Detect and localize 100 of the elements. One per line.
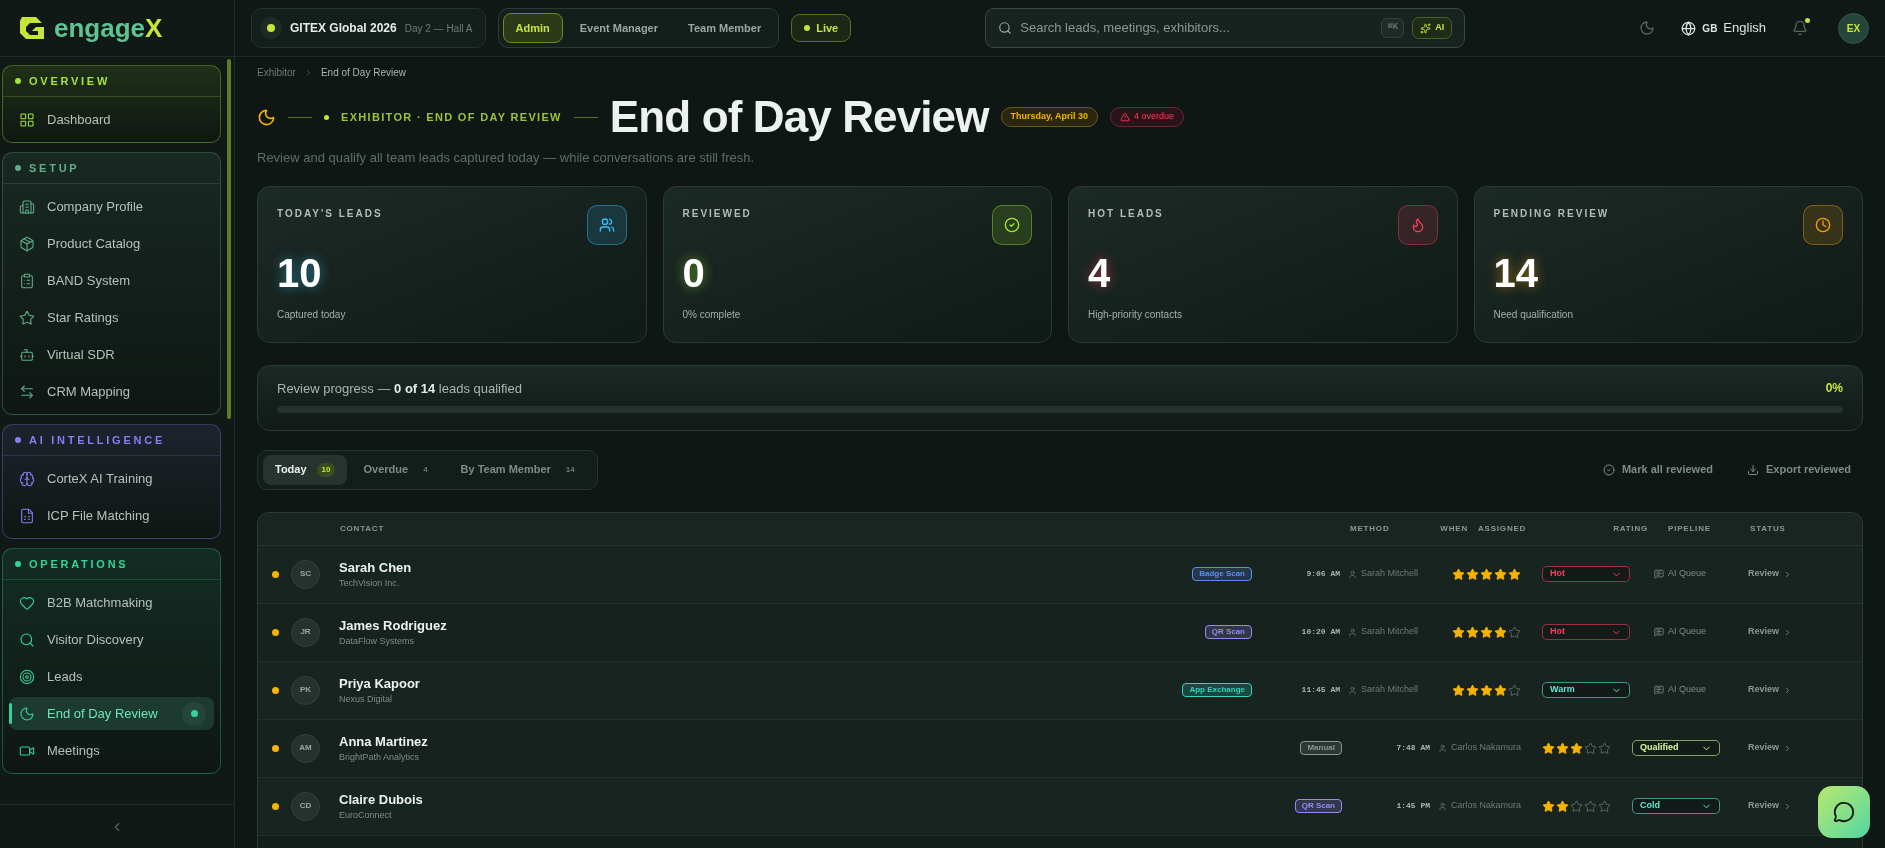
moon-icon [19,705,35,722]
progress-percent: 0% [1825,380,1843,398]
user-avatar[interactable]: EX [1838,12,1869,44]
star-icon [1452,625,1465,639]
stat-caption: Need qualification [1493,307,1574,322]
nav-item[interactable]: Company Profile [9,190,214,223]
table-row[interactable]: PK Priya Kapoor Nexus Digital App Exchange 11:45 AM Sarah Mitchell Warm AI Queue Review [258,661,1862,720]
review-link[interactable]: Review [1748,567,1793,581]
method-badge: Manual [1300,741,1342,755]
nav-item[interactable]: CRM Mapping [9,375,214,408]
method-badge: QR Scan [1204,625,1252,639]
action-button[interactable]: Mark all reviewed [1602,461,1713,478]
star-icon [1570,741,1583,755]
star-icon [1542,799,1555,813]
clock-icon [1815,216,1831,233]
star-icon [1494,625,1507,639]
star-icon [1494,567,1507,581]
theme-toggle-icon[interactable] [1639,20,1656,36]
star-icon [1466,625,1479,639]
table-row[interactable]: JR James Rodriguez DataFlow Systems QR Scan 10:20 AM Sarah Mitchell Hot AI Queue Review [258,603,1862,662]
method-badge: App Exchange [1182,683,1252,697]
column-header: METHOD [1350,522,1391,535]
ai-button[interactable]: AI [1412,17,1453,39]
role-tab[interactable]: Admin [502,13,563,43]
star-icon [1598,799,1611,813]
pipeline-cell: AI Queue [1630,683,1740,697]
table-row[interactable]: SC Sarah Chen TechVision Inc. Badge Scan 9:06 AM Sarah Mitchell Hot AI Queue Review [258,545,1862,604]
message-icon [1654,627,1664,637]
contact-avatar: AM [291,733,320,763]
nav-item[interactable]: Leads [9,660,214,693]
nav-item[interactable]: CorteX AI Training [9,462,214,495]
nav-item[interactable]: Product Catalog [9,227,214,260]
section-title: OVERVIEW [29,73,111,89]
star-icon [1494,683,1507,697]
time-cell-text: 1:45 PM [1395,800,1430,812]
nav-item[interactable]: ICP File Matching [9,499,214,532]
page-title: End of Day Review [609,91,989,143]
stat-caption: Captured today [277,307,347,322]
star-icon [1508,567,1521,581]
method-badge: Badge Scan [1192,567,1252,581]
message-icon [1654,685,1664,695]
language-button[interactable]: GB English [1681,18,1766,38]
nav-item[interactable]: B2B Matchmaking [9,586,214,619]
event-chip[interactable]: GITEX Global 2026 Day 2 — Hall A [251,8,486,48]
assignee-cell: Carlos Nakamura [1430,799,1542,813]
column-header: CONTACT [340,522,386,535]
section-title: AI INTELLIGENCE [29,432,165,448]
nav-item[interactable]: Meetings [9,734,214,767]
time-cell-text: 10:20 AM [1300,626,1340,638]
star-icon [1556,741,1569,755]
nav-item[interactable]: Star Ratings [9,301,214,334]
rating-dropdown[interactable]: Warm [1542,682,1630,698]
contact-name: Anna Martinez [339,732,429,751]
role-tab[interactable]: Team Member [675,13,775,43]
stat-value: 4 [1088,252,1112,293]
filter-tab[interactable]: Overdue 4 [351,454,445,485]
star-icon [1466,683,1479,697]
stat-caption: 0% complete [682,307,742,322]
chat-button[interactable] [1818,786,1870,838]
nav-item[interactable]: Dashboard [9,103,214,136]
contact-name: Priya Kapoor [339,674,421,693]
user-icon [1348,627,1357,637]
rating-dropdown[interactable]: Hot [1542,566,1630,582]
table-row[interactable]: CD Claire Dubois EuroConnect QR Scan 1:45 PM Carlos Nakamura Cold Review [258,777,1862,836]
column-header: PIPELINE [1667,522,1712,535]
filter-tab[interactable]: Today 10 [263,454,348,485]
review-link[interactable]: Review [1748,625,1793,639]
nav-item[interactable]: Visitor Discovery [9,623,214,656]
table-row[interactable]: AM Anna Martinez BrightPath Analytics Manual 7:48 AM Carlos Nakamura Qualified Review [258,719,1862,778]
review-link[interactable]: Review [1748,683,1793,697]
user-icon [1438,801,1447,811]
review-link[interactable]: Review [1748,741,1793,755]
notifications-button[interactable] [1792,20,1808,36]
download-icon [1747,463,1759,476]
contact-name: Sarah Chen [339,558,413,577]
search-field[interactable]: Search leads, meetings, exhibitors... ⌘K AI [985,8,1466,48]
stat-title: HOT LEADS [1088,206,1164,221]
rating-dropdown[interactable]: Cold [1632,798,1720,814]
search-icon [998,21,1013,35]
nav-item[interactable]: End of Day Review [9,697,214,730]
nav-item[interactable]: Virtual SDR [9,338,214,371]
contact-company: Nexus Digital [339,693,394,706]
breadcrumb-link[interactable]: Exhibitor [257,64,296,80]
event-detail: Day 2 — Hall A [404,21,473,36]
rating-dropdown[interactable]: Qualified [1632,740,1720,756]
star-icon [1598,741,1611,755]
contact-avatar: CD [291,791,320,821]
role-tab[interactable]: Event Manager [566,13,671,43]
nav-item[interactable]: BAND System [9,264,214,297]
filter-tab[interactable]: By Team Member 14 [448,454,592,485]
assignee-cell: Carlos Nakamura [1430,741,1542,755]
star-icon [1480,683,1493,697]
star-icon [1556,799,1569,813]
heart-icon [19,594,35,611]
rating-dropdown[interactable]: Hot [1542,624,1630,640]
action-button[interactable]: Export reviewed [1747,461,1851,478]
star-icon [1480,625,1493,639]
contact-avatar: PK [291,675,320,705]
review-link[interactable]: Review [1748,799,1793,813]
scrollbar[interactable] [227,59,231,419]
